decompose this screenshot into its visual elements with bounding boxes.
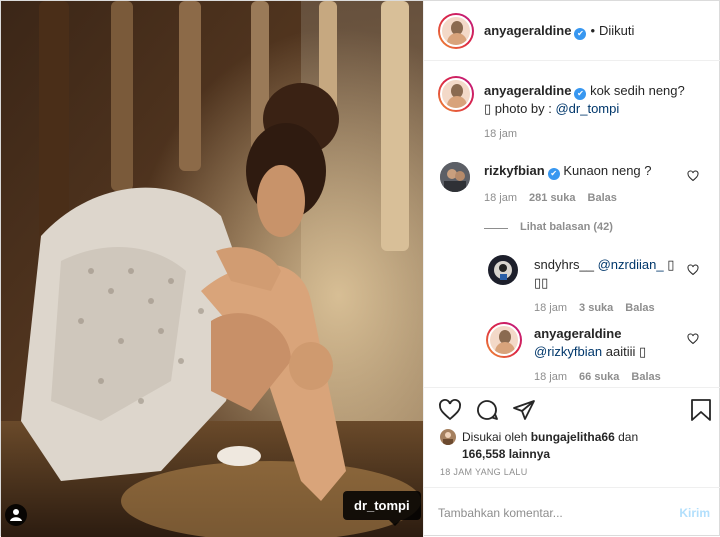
reply-mention-link[interactable]: @rizkyfbian: [534, 344, 602, 359]
separator-dot: •: [590, 23, 595, 38]
likes-joiner: dan: [618, 430, 639, 444]
comment-input[interactable]: [438, 502, 668, 524]
comment-item: rizkyfbian ✔ Kunaon neng ?: [484, 162, 684, 180]
caption: anyageraldine ✔ kok sedih neng? ▯ photo b…: [484, 82, 709, 118]
reply-item: sndyhrs__ @nzrdiian_ ▯ ▯▯: [534, 256, 684, 292]
reply-text-trail: ▯: [667, 257, 675, 272]
caption-avatar[interactable]: [438, 76, 474, 112]
post-photo[interactable]: dr_tompi: [1, 1, 423, 537]
comments-list[interactable]: anyageraldine ✔ kok sedih neng? ▯ photo b…: [424, 62, 720, 387]
likes-others-count[interactable]: 166,558 lainnya: [462, 447, 550, 461]
comment-time: 18 jam: [484, 192, 518, 204]
post-header: anyageraldine ✔ • Diikuti: [424, 1, 720, 61]
share-icon[interactable]: [512, 398, 536, 425]
user-tags-icon[interactable]: [5, 504, 27, 526]
likes-prefix: Disukai oleh: [462, 430, 528, 444]
add-comment-form: Kirim: [424, 487, 720, 537]
verified-badge-icon: ✔: [547, 168, 560, 180]
reply-like-heart-icon[interactable]: [687, 333, 699, 348]
post-comment-button[interactable]: Kirim: [679, 506, 710, 520]
reply-item: anyageraldine @rizkyfbian aaitiii ▯: [534, 325, 684, 361]
commenter-avatar[interactable]: [440, 162, 470, 192]
reply-reply-button[interactable]: Balas: [625, 302, 654, 314]
reply-username[interactable]: sndyhrs__: [534, 257, 594, 272]
verified-badge-icon: ✔: [574, 28, 587, 40]
caption-time: 18 jam: [484, 128, 518, 140]
likes-summary: Disukai oleh bungajelitha66 dan 166,558 …: [462, 429, 638, 463]
reply-username[interactable]: anyageraldine: [534, 326, 621, 341]
view-replies-button[interactable]: Lihat balasan (42): [520, 221, 613, 233]
liker-avatar[interactable]: [440, 429, 456, 445]
photo-image: [1, 1, 423, 537]
reply-like-heart-icon[interactable]: [687, 264, 699, 279]
caption-credit: ▯ photo by :: [484, 101, 556, 116]
reply-time: 18 jam: [534, 371, 568, 383]
comment-icon[interactable]: [475, 398, 499, 425]
reply-avatar[interactable]: [488, 255, 518, 285]
author-username[interactable]: anyageraldine: [484, 23, 571, 38]
reply-avatar[interactable]: [486, 322, 522, 358]
liker-username[interactable]: bungajelitha66: [531, 430, 615, 444]
reply-likes-count[interactable]: 3 suka: [579, 302, 613, 314]
caption-text: kok sedih neng?: [590, 83, 685, 98]
instagram-post: dr_tompi anyageraldine ✔ • Diikuti anyagera…: [0, 0, 720, 537]
comment-likes-count[interactable]: 281 suka: [529, 192, 575, 204]
comment-reply-button[interactable]: Balas: [588, 192, 617, 204]
reply-mention-link[interactable]: @nzrdiian_: [598, 257, 664, 272]
comment-meta: 18 jam 281 suka Balas: [484, 192, 617, 204]
comment-text: Kunaon neng ?: [563, 163, 652, 178]
reply-time: 18 jam: [534, 302, 568, 314]
reply-reply-button[interactable]: Balas: [631, 371, 660, 383]
caption-mention-link[interactable]: @dr_tompi: [555, 101, 619, 116]
reply-text: aaitiii ▯: [605, 344, 647, 359]
reply-meta: 18 jam 66 suka Balas: [534, 371, 661, 383]
bookmark-icon[interactable]: [690, 398, 712, 425]
author-avatar[interactable]: [438, 13, 474, 49]
post-side-panel: anyageraldine ✔ • Diikuti anyageraldine ✔ ko…: [423, 1, 720, 537]
heart-icon[interactable]: [438, 398, 462, 425]
replies-divider: [484, 228, 508, 229]
comment-username[interactable]: rizkyfbian: [484, 163, 545, 178]
reply-likes-count[interactable]: 66 suka: [579, 371, 619, 383]
reply-meta: 18 jam 3 suka Balas: [534, 302, 655, 314]
follow-status-button[interactable]: Diikuti: [599, 23, 634, 38]
post-time-ago[interactable]: 18 JAM YANG LALU: [440, 467, 528, 477]
user-tag-label[interactable]: dr_tompi: [343, 491, 421, 526]
verified-badge-icon: ✔: [574, 88, 587, 100]
caption-username[interactable]: anyageraldine: [484, 83, 571, 98]
comment-like-heart-icon[interactable]: [687, 170, 699, 185]
reply-text: ▯▯: [534, 275, 549, 290]
